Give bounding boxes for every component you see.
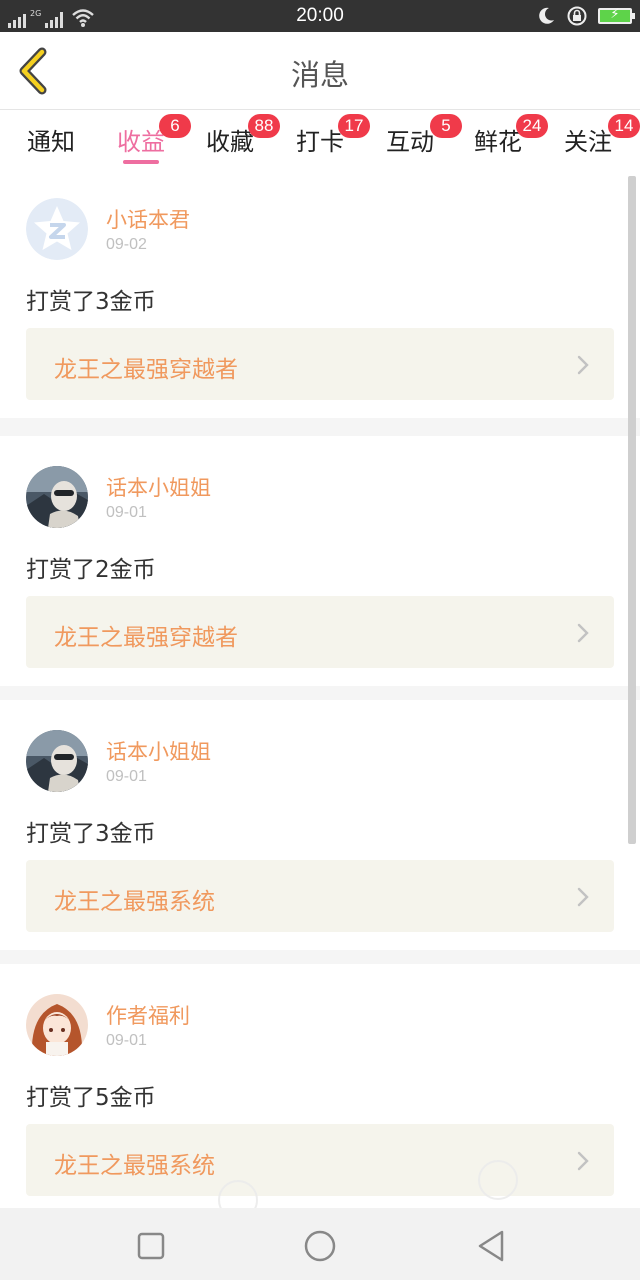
tab-following[interactable]: 关注 14 xyxy=(548,114,640,166)
tab-label: 收藏 xyxy=(206,128,254,156)
book-link[interactable]: 龙王之最强穿越者 xyxy=(26,328,614,400)
count-badge: 6 xyxy=(159,114,191,138)
reward-text: 打赏了5金币 xyxy=(26,1085,156,1111)
book-title: 龙王之最强系统 xyxy=(54,889,215,915)
reward-text: 打赏了3金币 xyxy=(26,289,156,315)
header: 消息 xyxy=(0,32,640,110)
tab-label: 互动 xyxy=(386,128,434,156)
count-badge: 24 xyxy=(516,114,548,138)
tab-favorites[interactable]: 收藏 88 xyxy=(190,114,280,166)
chevron-right-icon xyxy=(577,1151,589,1171)
touch-indicator xyxy=(478,1160,518,1200)
tab-interactions[interactable]: 互动 5 xyxy=(370,114,462,166)
chevron-right-icon xyxy=(577,623,589,643)
tab-label: 关注 xyxy=(564,128,612,156)
star-logo-avatar xyxy=(26,198,88,260)
book-link[interactable]: 龙王之最强系统 xyxy=(26,860,614,932)
status-icons: ⚡ xyxy=(536,5,635,27)
message-list[interactable]: 小话本君 09-02 打赏了3金币 龙王之最强穿越者 话本小姐姐 09-01 打… xyxy=(0,168,640,1208)
reward-text: 打赏了2金币 xyxy=(26,557,156,583)
username[interactable]: 小话本君 xyxy=(106,204,190,234)
moon-icon xyxy=(539,7,554,24)
scrollbar[interactable] xyxy=(628,176,636,844)
page-title: 消息 xyxy=(290,58,349,92)
tab-checkin[interactable]: 打卡 17 xyxy=(280,114,370,166)
book-title: 龙王之最强系统 xyxy=(54,1153,215,1179)
count-badge: 88 xyxy=(248,114,280,138)
message-date: 09-01 xyxy=(106,1032,147,1049)
battery-icon: ⚡ xyxy=(598,7,635,24)
rotation-lock-icon xyxy=(567,6,587,26)
book-link[interactable]: 龙王之最强系统 xyxy=(26,1124,614,1196)
photo-avatar xyxy=(26,466,88,528)
message-card: 小话本君 09-02 打赏了3金币 龙王之最强穿越者 xyxy=(0,168,640,418)
username[interactable]: 话本小姐姐 xyxy=(106,472,211,502)
book-title: 龙王之最强穿越者 xyxy=(54,625,238,651)
system-nav-bar xyxy=(0,1208,640,1280)
tab-label: 收益 xyxy=(117,128,165,156)
tab-flowers[interactable]: 鲜花 24 xyxy=(458,114,548,166)
back-icon[interactable] xyxy=(472,1226,512,1266)
tab-bar: 通知 收益 6 收藏 88 打卡 17 互动 5 鲜花 24 关注 14 xyxy=(0,110,640,168)
anime-girl-avatar xyxy=(26,994,88,1056)
book-link[interactable]: 龙王之最强穿越者 xyxy=(26,596,614,668)
reward-text: 打赏了3金币 xyxy=(26,821,156,847)
username[interactable]: 话本小姐姐 xyxy=(106,736,211,766)
chevron-right-icon xyxy=(577,887,589,907)
count-badge: 14 xyxy=(608,114,640,138)
username[interactable]: 作者福利 xyxy=(106,1000,190,1030)
photo-avatar xyxy=(26,730,88,792)
tab-label: 通知 xyxy=(27,128,75,156)
message-date: 09-01 xyxy=(106,768,147,785)
status-bar: 2G 20:00 ⚡ xyxy=(0,0,640,32)
tab-label: 打卡 xyxy=(296,128,344,156)
recent-apps-icon[interactable] xyxy=(131,1226,171,1266)
message-date: 09-01 xyxy=(106,504,147,521)
message-card: 作者福利 09-01 打赏了5金币 龙王之最强系统 xyxy=(0,964,640,1208)
active-tab-indicator xyxy=(123,160,159,164)
message-date: 09-02 xyxy=(106,236,147,253)
book-title: 龙王之最强穿越者 xyxy=(54,357,238,383)
tab-label: 鲜花 xyxy=(474,128,522,156)
message-card: 话本小姐姐 09-01 打赏了2金币 龙王之最强穿越者 xyxy=(0,436,640,686)
message-card: 话本小姐姐 09-01 打赏了3金币 龙王之最强系统 xyxy=(0,700,640,950)
tab-earnings[interactable]: 收益 6 xyxy=(101,114,191,166)
count-badge: 17 xyxy=(338,114,370,138)
chevron-right-icon xyxy=(577,355,589,375)
tab-notifications[interactable]: 通知 xyxy=(11,122,91,166)
home-icon[interactable] xyxy=(300,1226,340,1266)
